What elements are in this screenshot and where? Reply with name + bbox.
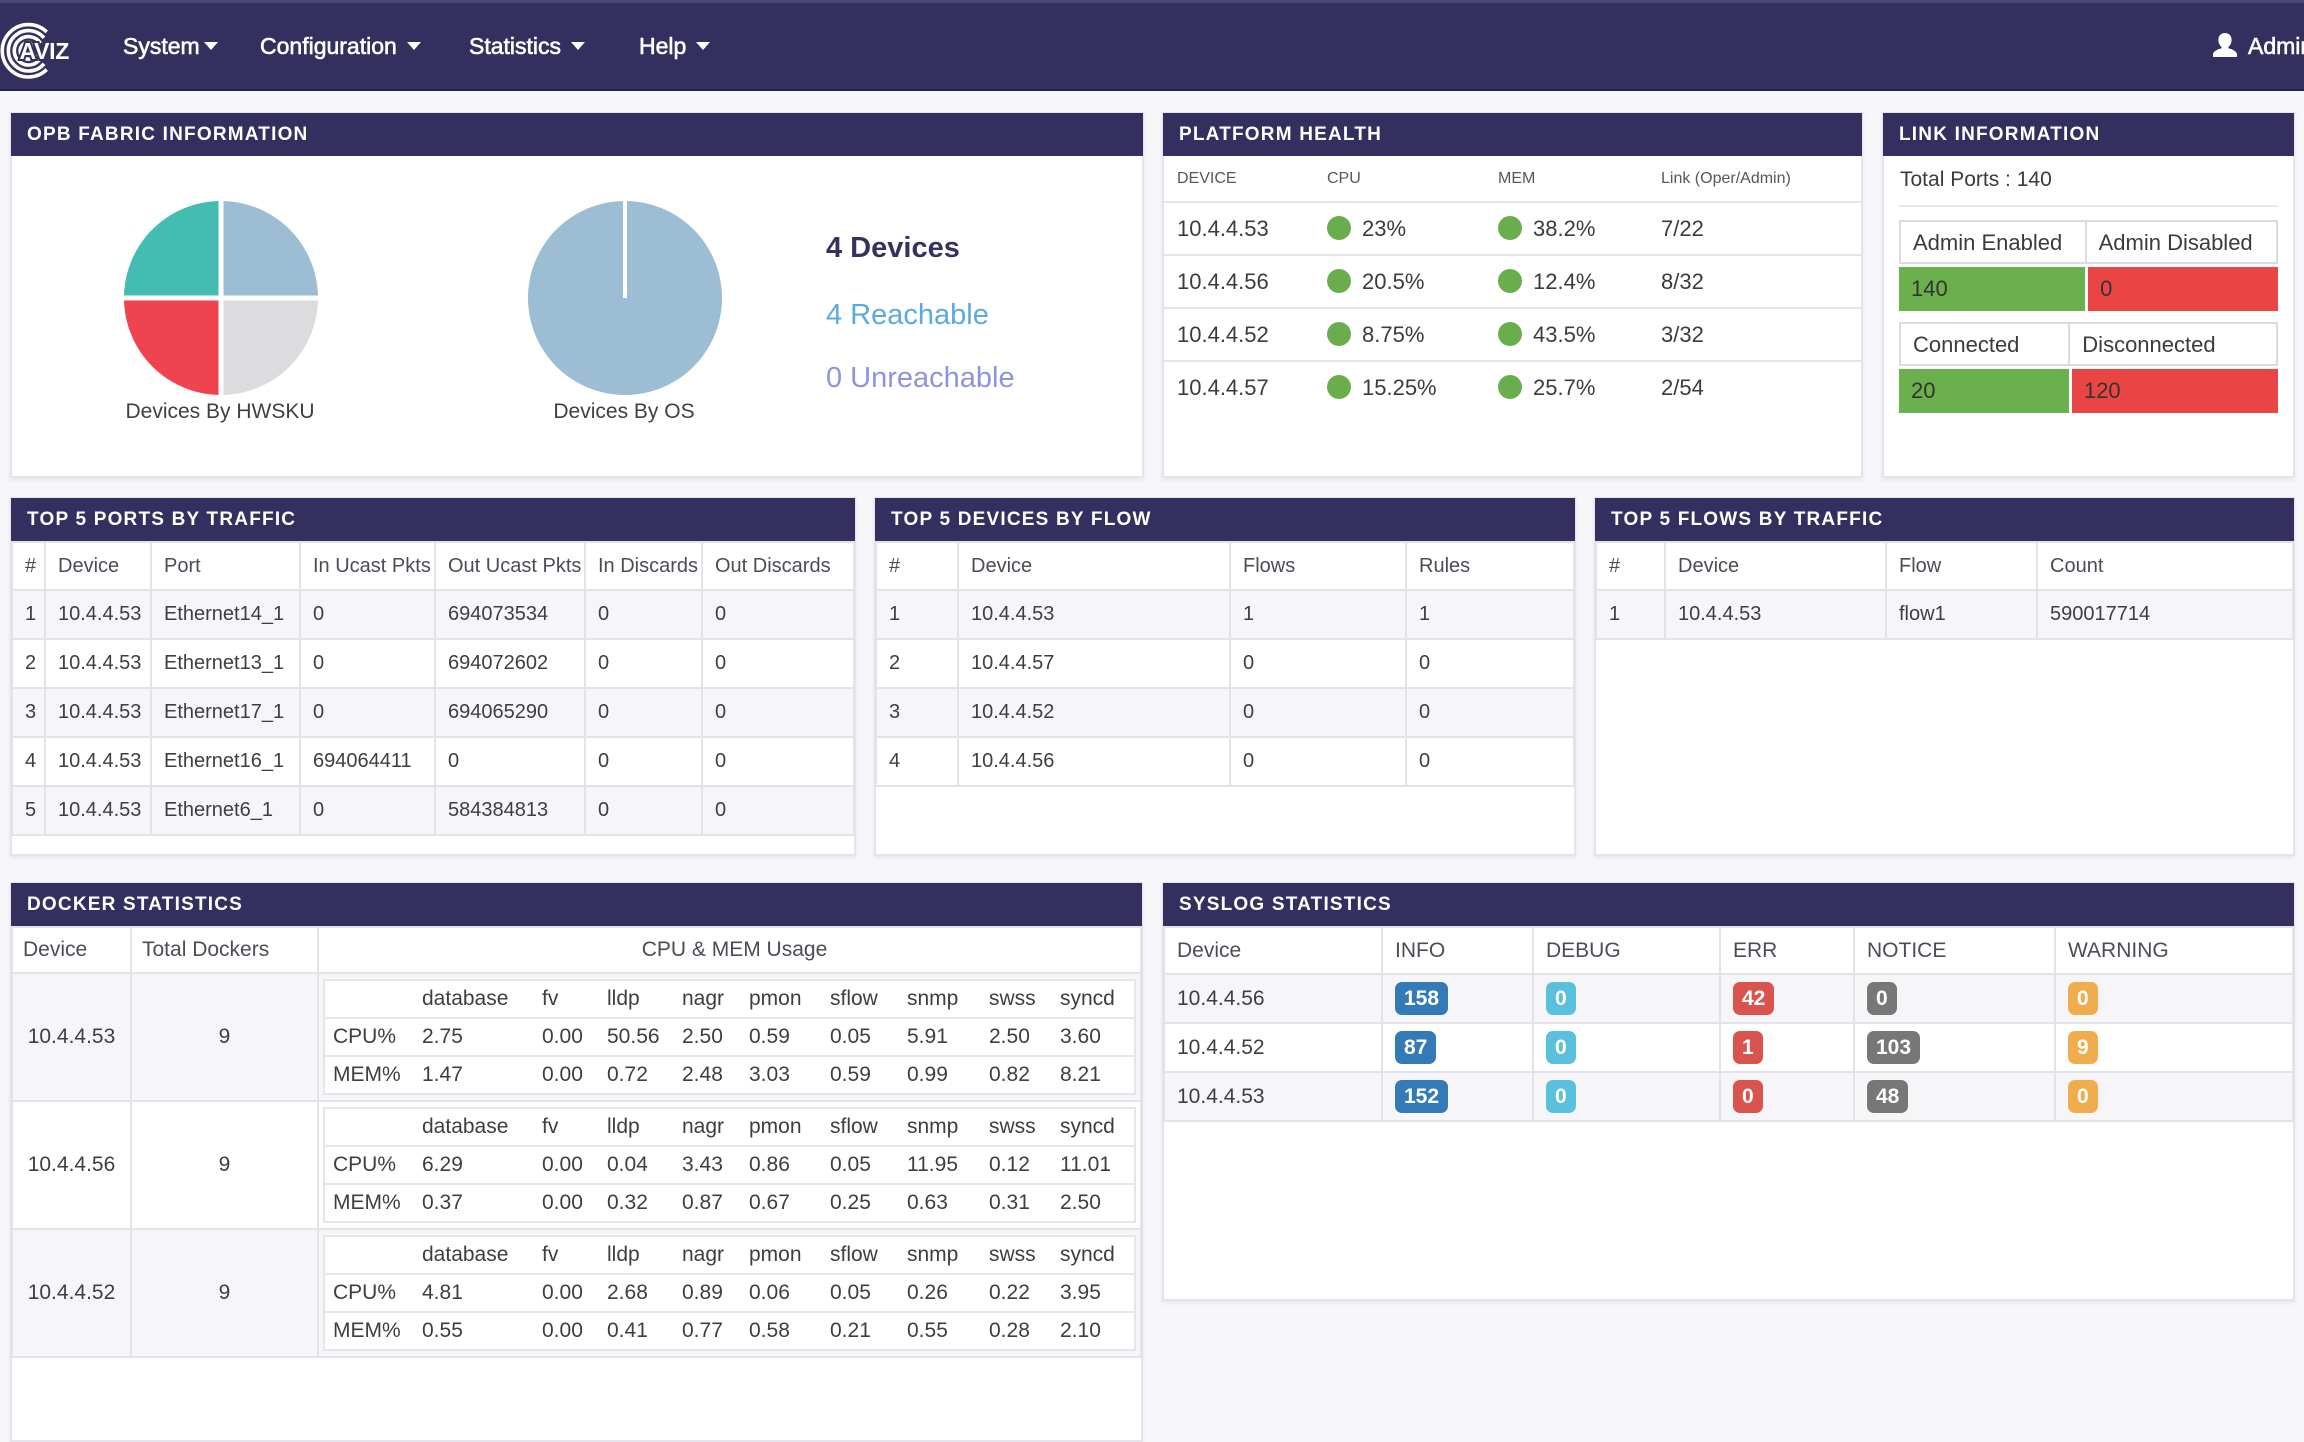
- svg-text:AVIZ: AVIZ: [20, 38, 70, 64]
